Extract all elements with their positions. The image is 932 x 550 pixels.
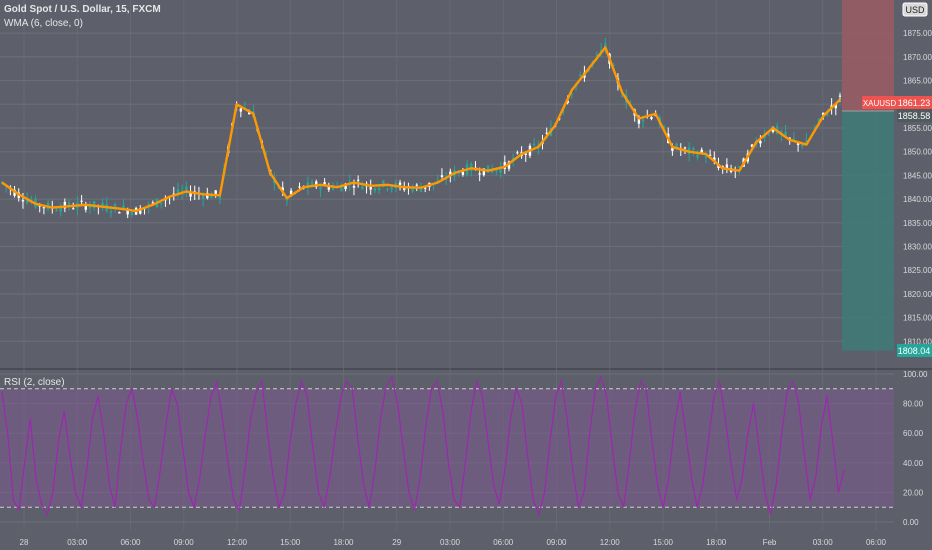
candle-up: [801, 144, 804, 147]
price-tick-label: 1820.00: [903, 290, 932, 299]
symbol-title: Gold Spot / U.S. Dollar, 15, FXCM: [4, 4, 161, 15]
time-tick-label: 06:00: [866, 538, 887, 547]
time-tick-label: 03:00: [67, 538, 88, 547]
rsi-tick-label: 100.00: [903, 370, 928, 379]
candle-up: [201, 195, 205, 200]
time-tick-label: 06:00: [120, 538, 141, 547]
time-tick-label: 28: [20, 538, 29, 547]
target-price-tag: 1858.58: [897, 109, 932, 122]
time-tick-label: 18:00: [706, 538, 727, 547]
candle-down: [516, 152, 519, 154]
price-tick-label: 1830.00: [903, 242, 932, 251]
candle-up: [130, 211, 134, 215]
last-price-value: 1861.23: [898, 98, 931, 108]
price-tick-label: 1870.00: [903, 53, 932, 62]
stop-price-value: 1808.04: [898, 346, 931, 356]
candle-up: [767, 134, 770, 136]
candle-up: [390, 187, 393, 190]
price-tick-label: 1855.00: [903, 124, 932, 133]
price-tick-label: 1875.00: [903, 29, 932, 38]
candle-up: [113, 204, 117, 207]
candle-up: [696, 154, 699, 158]
candle-up: [386, 188, 389, 190]
candle-up: [373, 188, 377, 191]
candle-down: [461, 171, 465, 175]
candle-up: [59, 207, 62, 212]
candle-up: [704, 156, 708, 158]
candle-down: [352, 185, 356, 188]
rsi-tick-label: 80.00: [903, 400, 924, 409]
time-tick-label: 15:00: [653, 538, 674, 547]
candle-down: [478, 173, 481, 175]
time-tick-label: 06:00: [493, 538, 514, 547]
price-tick-label: 1815.00: [903, 314, 932, 323]
wma-indicator-title: WMA (6, close, 0): [4, 18, 83, 29]
candle-down: [21, 200, 25, 202]
time-tick-label: 12:00: [227, 538, 248, 547]
candle-up: [109, 211, 113, 213]
candle-up: [641, 119, 645, 122]
candle-down: [118, 212, 121, 214]
candle-down: [239, 108, 243, 112]
trading-chart[interactable]: 1875.001870.001865.001860.001855.001850.…: [0, 0, 932, 550]
time-tick-label: Feb: [763, 538, 777, 547]
time-axis[interactable]: 28 03:00 06:00 09:00 12:00 15:00 18:00 29 03:00 0…: [20, 538, 887, 547]
currency-label: USD: [905, 5, 925, 15]
time-tick-label: 03:00: [813, 538, 834, 547]
time-tick-label: 09:00: [546, 538, 567, 547]
time-tick-label: 15:00: [280, 538, 301, 547]
time-tick-label: 18:00: [333, 538, 354, 547]
last-price-tag: 1861.23: [897, 96, 932, 109]
candle-up: [319, 186, 322, 190]
candle-up: [160, 202, 163, 205]
candle-up: [826, 114, 829, 116]
rsi-tick-label: 40.00: [903, 459, 924, 468]
candle-up: [692, 147, 695, 151]
candle-down: [80, 200, 83, 202]
currency-button[interactable]: USD: [902, 2, 928, 17]
candle-down: [838, 95, 842, 97]
candle-down: [415, 184, 419, 186]
time-tick-label: 29: [392, 538, 401, 547]
position-risk-zone[interactable]: [842, 0, 894, 112]
symbol-tag-label: XAUUSD: [863, 99, 897, 108]
candle-down: [683, 147, 687, 149]
time-tick-label: 03:00: [440, 538, 461, 547]
price-tick-label: 1865.00: [903, 77, 932, 86]
candle-down: [398, 182, 402, 185]
rsi-indicator-title: RSI (2, close): [4, 377, 65, 388]
candle-up: [579, 74, 582, 76]
candle-down: [72, 208, 75, 210]
candle-down: [440, 175, 444, 178]
rsi-tick-label: 60.00: [903, 429, 924, 438]
rsi-tick-label: 20.00: [903, 488, 924, 497]
candle-up: [55, 210, 58, 212]
candle-down: [298, 186, 301, 188]
candle-up: [361, 186, 364, 190]
candle-up: [377, 187, 381, 190]
candle-down: [759, 140, 762, 144]
rsi-pane: [0, 375, 894, 517]
time-tick-label: 12:00: [600, 538, 621, 547]
rsi-tick-label: 0.00: [903, 518, 919, 527]
candle-up: [532, 143, 536, 146]
price-tick-label: 1835.00: [903, 219, 932, 228]
stop-price-tag: 1808.04: [897, 344, 932, 357]
price-tick-label: 1845.00: [903, 171, 932, 180]
candle-down: [323, 182, 326, 185]
candle-down: [356, 179, 360, 181]
price-tick-label: 1850.00: [903, 148, 932, 157]
time-tick-label: 09:00: [174, 538, 195, 547]
price-tick-label: 1840.00: [903, 195, 932, 204]
candle-down: [42, 207, 46, 209]
symbol-price-tag: XAUUSD: [862, 96, 897, 109]
target-price-value: 1858.58: [898, 111, 931, 121]
long-position-tool[interactable]: [842, 0, 894, 351]
candle-up: [88, 206, 92, 209]
candle-down: [650, 117, 653, 119]
position-reward-zone[interactable]: [842, 111, 894, 351]
price-tick-label: 1825.00: [903, 266, 932, 275]
